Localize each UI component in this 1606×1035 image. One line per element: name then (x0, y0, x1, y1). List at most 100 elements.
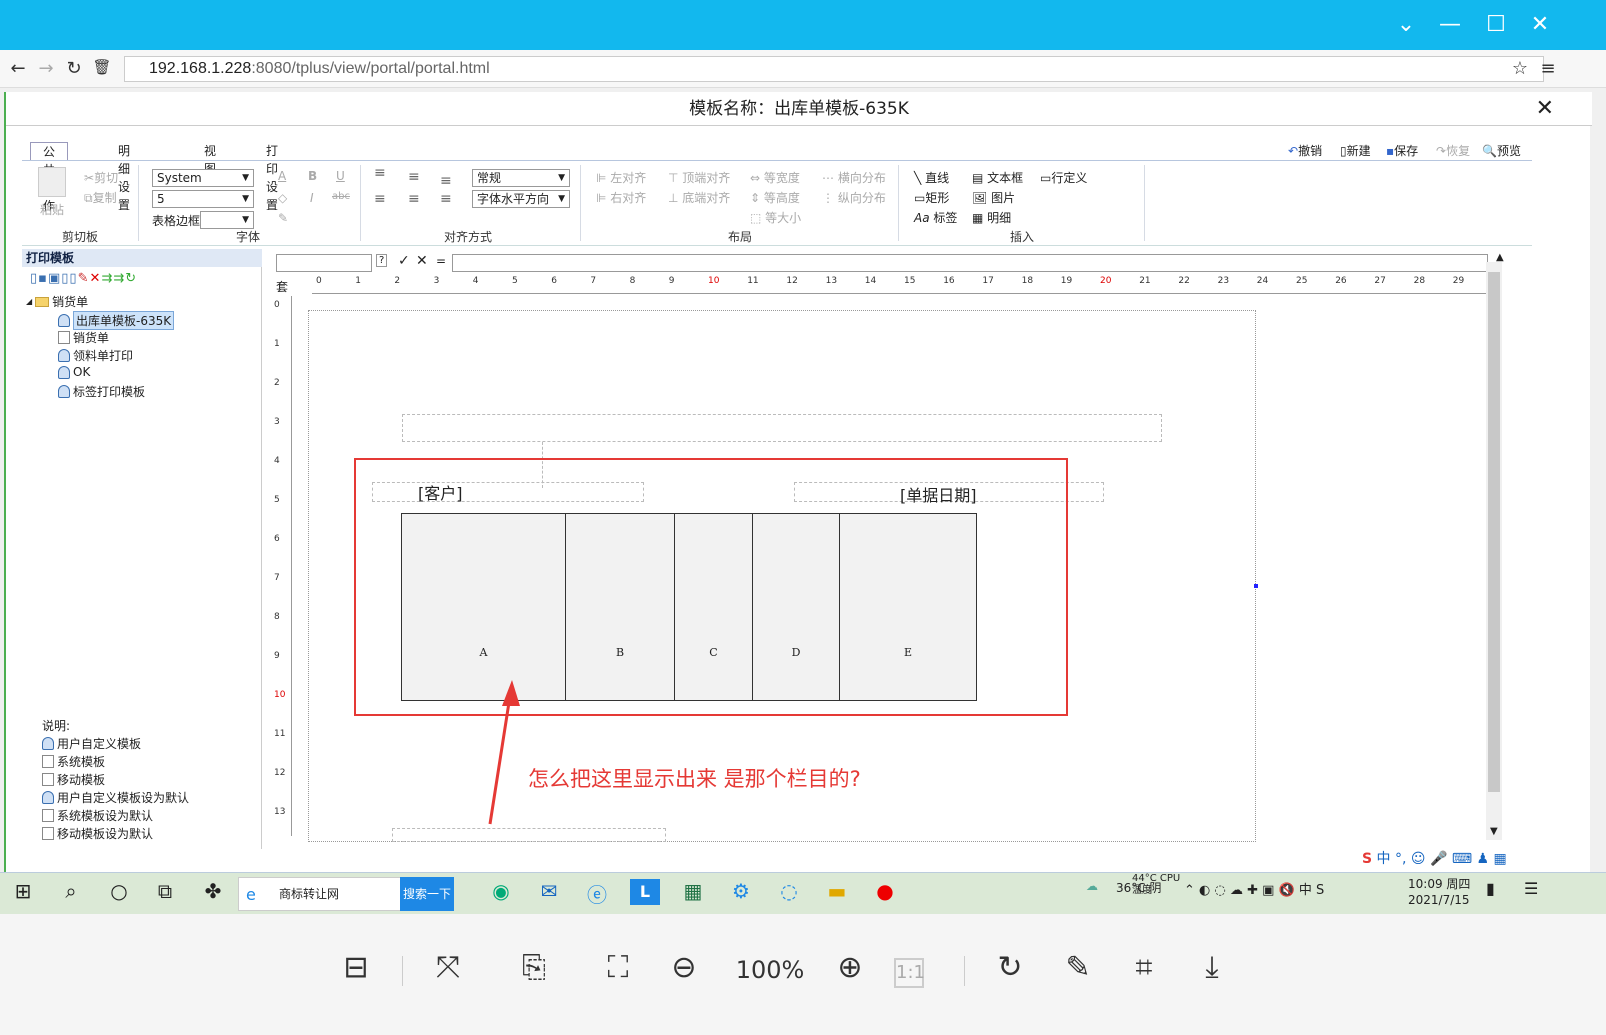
trash-icon[interactable]: 🗑 (90, 58, 114, 76)
cell-name-input[interactable] (276, 254, 372, 272)
redo-button[interactable]: ↷恢复 (1436, 142, 1470, 159)
insert-label-button[interactable]: Aa 标签 (914, 209, 957, 226)
formula-input[interactable] (452, 254, 1488, 272)
align-bottom-button[interactable]: ⊥ 底端对齐 (668, 189, 730, 206)
microphone-icon[interactable]: 🎤 (1430, 851, 1447, 867)
reload-icon[interactable]: ↻ (62, 58, 86, 79)
vertical-scrollbar[interactable] (1486, 262, 1502, 840)
horizontal-direction-select[interactable]: 字体水平方向 ▼ (472, 190, 570, 208)
tree-item-template-635k[interactable]: 出库单模板-635K (58, 311, 175, 330)
toolbox-icon[interactable]: ▦ (1494, 851, 1507, 867)
pen-icon[interactable]: ✎ (278, 211, 288, 225)
insert-rect-button[interactable]: ▭矩形 (914, 189, 949, 206)
tab-view[interactable]: 视图 (192, 142, 228, 176)
edge-icon[interactable]: ◉ (486, 879, 516, 903)
tab-detail-settings[interactable]: 明细设置 (106, 142, 142, 212)
app-icon[interactable]: ⚙ (726, 879, 756, 903)
check-icon[interactable]: ✓ (398, 253, 410, 269)
fit-expand-icon[interactable]: ⤧ (424, 950, 472, 985)
clock-time[interactable]: 10:09 周四 (1408, 875, 1470, 892)
row-definition-button[interactable]: ▭行定义 (1040, 169, 1094, 187)
vertical-distribute-button[interactable]: ⋮ 纵向分布 (822, 189, 886, 206)
web-search-button[interactable]: 搜索一下 (400, 877, 454, 911)
file-explorer-icon[interactable]: ▬ (822, 879, 852, 903)
insert-image-button[interactable]: 🖼 图片 (972, 189, 1015, 206)
cortana-icon[interactable]: ○ (104, 879, 134, 903)
zoom-out-icon[interactable]: ⊖ (660, 950, 708, 985)
copy-button[interactable]: ⧉复制 (84, 189, 117, 206)
paste-button[interactable]: 粘贴 (40, 201, 64, 218)
align-right-button[interactable]: ⊫ 右对齐 (596, 189, 646, 206)
new-template-icon[interactable]: ▯ (30, 271, 38, 286)
font-size-select[interactable]: 5 ▼ (152, 190, 254, 208)
search-icon[interactable]: ⌕ (56, 879, 86, 903)
align-top-right-icon[interactable]: ≡ (440, 173, 452, 189)
fullscreen-icon[interactable]: ⛶ (594, 950, 642, 985)
ocr-icon[interactable]: ⎘ (510, 950, 558, 985)
table-border-select[interactable]: ▼ (200, 211, 254, 229)
underline-button[interactable]: U (336, 169, 345, 183)
fill-color-icon[interactable]: ◇ (278, 191, 287, 205)
cut-button[interactable]: ✂剪切 (84, 169, 118, 186)
text-style-select[interactable]: 常规 ▼ (472, 169, 570, 187)
bold-button[interactable]: B (308, 169, 317, 183)
font-family-select[interactable]: System ▼ (152, 169, 254, 187)
move-icon[interactable]: ⇉ (113, 271, 125, 286)
scroll-thumb[interactable] (1488, 272, 1500, 792)
insert-textbox-button[interactable]: ▤ 文本框 (972, 169, 1023, 186)
red-app-icon[interactable]: ● (870, 879, 900, 903)
skin-icon[interactable]: ♟ (1477, 851, 1490, 867)
star-icon[interactable]: ☆ (1508, 58, 1532, 79)
keyboard-icon[interactable]: ⌨ (1452, 851, 1472, 867)
rotate-icon[interactable]: ↻ (986, 950, 1034, 985)
tray-icons[interactable]: ⌃ ◐ ◌ ☁ ✚ ▣ 🔇 中 S (1184, 879, 1324, 898)
layout-grid-icon[interactable]: ⊟ (332, 950, 380, 985)
scroll-down-icon[interactable]: ▼ (1490, 826, 1498, 837)
mail-icon[interactable]: ✉ (534, 879, 564, 903)
save-template-icon[interactable]: ▪ (38, 271, 48, 286)
strikethrough-button[interactable]: abc (332, 191, 350, 202)
align-top-left-icon[interactable]: ≡ (374, 165, 386, 181)
ie-browser-icon[interactable]: ⓔ (582, 879, 612, 908)
tree-item-material-print[interactable]: 领料单打印 (58, 347, 133, 364)
menu-icon[interactable]: ≡ (1536, 58, 1560, 79)
edit-image-icon[interactable]: ✎ (1054, 950, 1102, 985)
tree-item-ok[interactable]: OK (58, 365, 90, 379)
font-color-button[interactable]: A (278, 169, 286, 183)
back-icon[interactable]: ← (6, 58, 30, 79)
sogou-icon[interactable]: S (1362, 851, 1372, 867)
task-view-icon[interactable]: ⧉ (150, 879, 180, 903)
ime-mode[interactable]: 中 (1377, 851, 1391, 867)
title-placeholder[interactable] (402, 414, 1162, 442)
align-top-button[interactable]: ⊤ 顶端对齐 (668, 169, 730, 186)
notification-badge-icon[interactable]: ▮ (1486, 879, 1495, 898)
tree-item-sales[interactable]: 销货单 (58, 329, 109, 346)
italic-button[interactable]: I (310, 191, 314, 205)
download-icon[interactable]: ⤓ (1188, 950, 1236, 985)
resize-handle[interactable] (1254, 584, 1258, 588)
preview-button[interactable]: 🔍预览 (1482, 142, 1521, 159)
browser-app-icon[interactable]: ◌ (774, 879, 804, 903)
save-as-icon[interactable]: ▣ (48, 271, 61, 286)
new-button[interactable]: ▯新建 (1340, 142, 1371, 159)
chevron-down-icon[interactable]: ⌄ (1388, 10, 1424, 40)
punctuation-icon[interactable]: °, (1395, 851, 1406, 867)
zoom-in-icon[interactable]: ⊕ (826, 950, 874, 985)
refresh-icon[interactable]: ↻ (125, 271, 137, 286)
tab-print-settings[interactable]: 打印设置 (254, 142, 290, 212)
delete-icon[interactable]: ✕ (89, 271, 101, 286)
l-app-icon[interactable]: L (630, 879, 660, 905)
align-left-button[interactable]: ⊫ 左对齐 (596, 169, 646, 186)
clock-date[interactable]: 2021/7/15 (1408, 893, 1470, 907)
tree-root[interactable]: ◢ 销货单 (26, 293, 88, 310)
excel-icon[interactable]: ▦ (678, 879, 708, 903)
crop-icon[interactable]: ⌗ (1120, 950, 1168, 985)
action-center-icon[interactable]: ☰ (1524, 879, 1538, 898)
forward-icon[interactable]: → (34, 58, 58, 79)
emoji-icon[interactable]: ☺ (1411, 851, 1426, 867)
close-icon[interactable]: ✕ (1522, 10, 1558, 40)
windows-start-icon[interactable]: ⊞ (8, 879, 38, 903)
same-size-button[interactable]: ⬚ 等大小 (750, 209, 801, 226)
insert-line-button[interactable]: ╲ 直线 (914, 169, 949, 186)
url-input[interactable]: 192.168.1.228:8080/tplus/view/portal/por… (124, 56, 1544, 82)
